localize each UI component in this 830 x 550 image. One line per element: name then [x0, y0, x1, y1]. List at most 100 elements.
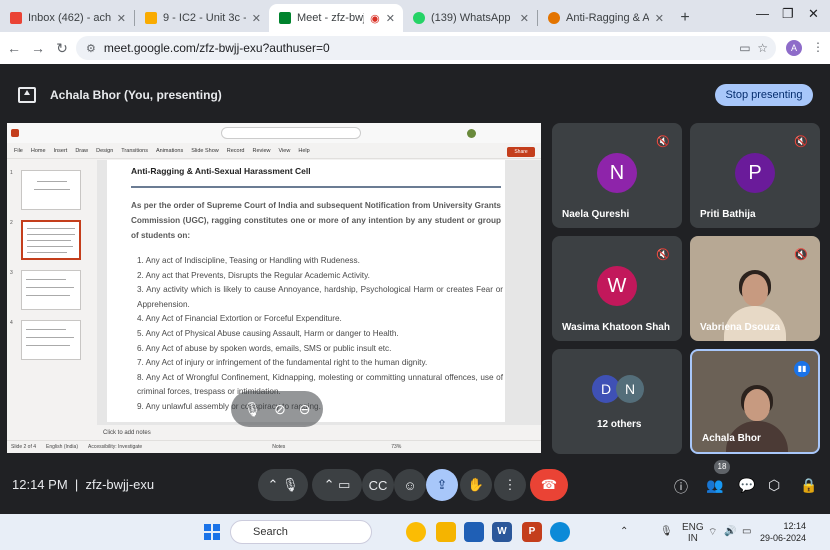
others-tile[interactable]: D N 12 others [552, 349, 682, 454]
avatar[interactable]: A [786, 40, 802, 56]
presenting-banner: Achala Bhor (You, presenting) [8, 78, 822, 112]
participant-tile[interactable]: 🔇 W Wasima Khatoon Shah [552, 236, 682, 341]
language-indicator[interactable]: ENG IN [682, 522, 704, 544]
restore-icon[interactable]: ❐ [782, 6, 794, 22]
zoom-level[interactable]: 73% [391, 444, 401, 450]
menu-view[interactable]: View [279, 148, 291, 154]
camera-button[interactable]: ⌃ ▭ [312, 469, 362, 501]
close-icon[interactable]: ✕ [520, 12, 529, 25]
file-explorer-icon[interactable] [436, 522, 456, 542]
people-icon[interactable]: 👥 [706, 477, 723, 494]
emoji-button[interactable]: ☺ [394, 469, 426, 501]
url-input[interactable]: ⚙ meet.google.com/zfz-bwjj-exu?authuser=… [76, 36, 776, 60]
site-info-icon[interactable]: ⚙ [86, 42, 96, 55]
cast-bookmark-icons[interactable]: ▭ ☆ [739, 41, 768, 55]
wifi-icon[interactable]: ⌔ [708, 526, 717, 539]
reload-icon[interactable]: ↻ [50, 40, 74, 57]
notes-toggle[interactable]: Notes [272, 444, 285, 450]
participant-video-tile[interactable]: 🔇 Vabriena Dsouza [690, 236, 820, 341]
browser-tab-strip: Inbox (462) - achalabhor8 ✕ 9 - IC2 - Un… [0, 0, 830, 32]
participant-tile[interactable]: 🔇 P Priti Bathija [690, 123, 820, 228]
participant-name: Priti Bathija [700, 209, 756, 220]
share-button[interactable]: Share [507, 147, 535, 157]
menu-slide-show[interactable]: Slide Show [191, 148, 219, 154]
forward-icon[interactable]: → [26, 40, 50, 56]
camera-off-icon[interactable]: ⊘ [274, 401, 286, 418]
close-icon[interactable]: ✕ [386, 12, 395, 25]
self-video-tile[interactable]: ▮▮ Achala Bhor [690, 349, 820, 454]
participant-name: Achala Bhor [702, 433, 761, 444]
list-item: 5. Any Act of Physical Abuse causing Ass… [137, 328, 399, 338]
leave-call-button[interactable]: ☎ [530, 469, 568, 501]
slide-thumbnail[interactable] [21, 170, 81, 210]
menu-transitions[interactable]: Transitions [121, 148, 148, 154]
menu-design[interactable]: Design [96, 148, 113, 154]
video-head [744, 389, 770, 421]
tab-gmail[interactable]: Inbox (462) - achalabhor8 ✕ [0, 4, 134, 32]
menu-review[interactable]: Review [252, 148, 270, 154]
close-icon[interactable]: ✕ [117, 12, 126, 25]
more-options-button[interactable]: ⋮ [494, 469, 526, 501]
notes-pane[interactable]: Click to add notes [97, 425, 541, 441]
ppt-search-box[interactable] [221, 127, 361, 139]
participant-tile[interactable]: 🔇 N Naela Qureshi [552, 123, 682, 228]
window-close-icon[interactable]: ✕ [808, 6, 819, 22]
taskbar-clock[interactable]: 12:14 29-06-2024 [760, 520, 806, 544]
tab-whatsapp[interactable]: (139) WhatsApp ✕ [403, 4, 537, 32]
menu-help[interactable]: Help [298, 148, 309, 154]
slide-intro: As per the order of Supreme Court of Ind… [131, 201, 501, 240]
menu-animations[interactable]: Animations [156, 148, 183, 154]
language-status[interactable]: English (India) [46, 444, 78, 450]
new-tab-button[interactable]: + [672, 4, 698, 32]
raise-hand-button[interactable]: ✋ [460, 469, 492, 501]
menu-record[interactable]: Record [227, 148, 245, 154]
close-icon[interactable]: ✕ [655, 12, 664, 25]
windows-taskbar: Search W P ⌃ 🎙 ENG IN ⌔ 🔊 ▭ 12:14 29-06-2… [0, 514, 830, 550]
lang-line-1: ENG [682, 522, 704, 533]
slide-thumbnail[interactable] [21, 320, 81, 360]
tray-chevron-icon[interactable]: ⌃ [620, 526, 628, 537]
menu-home[interactable]: Home [31, 148, 46, 154]
shared-screen: File Home Insert Draw Design Transitions… [7, 123, 541, 453]
menu-file[interactable]: File [14, 148, 23, 154]
gear-icon [548, 12, 560, 24]
host-controls-icon[interactable]: 🔒 [800, 477, 817, 494]
security-icon[interactable] [464, 522, 484, 542]
slide-canvas[interactable]: Anti-Ragging & Anti-Sexual Harassment Ce… [107, 160, 505, 422]
slide-thumbnail-selected[interactable] [21, 220, 81, 260]
tab-google-slides[interactable]: 9 - IC2 - Unit 3c - Google ✕ [135, 4, 269, 32]
word-icon[interactable]: W [492, 522, 512, 542]
activities-icon[interactable]: ⬡ [768, 477, 780, 494]
whatsapp-icon [413, 12, 425, 24]
close-icon[interactable]: ✕ [252, 12, 261, 25]
chrome-icon[interactable] [406, 522, 426, 542]
back-icon[interactable]: ← [2, 40, 26, 56]
taskbar-search[interactable]: Search [230, 520, 372, 544]
chat-icon[interactable]: 💬 [738, 477, 755, 494]
windows-start-icon[interactable] [204, 524, 220, 540]
clock-date: 29-06-2024 [760, 533, 807, 543]
slide-thumbnail[interactable] [21, 270, 81, 310]
info-icon[interactable]: ⓘ [674, 477, 688, 497]
captions-button[interactable]: CC [362, 469, 394, 501]
tray-mic-icon[interactable]: 🎙 [660, 526, 673, 537]
accessibility-status[interactable]: Accessibility: Investigate [88, 444, 142, 450]
menu-insert[interactable]: Insert [54, 148, 68, 154]
minimize-icon[interactable]: — [756, 6, 769, 21]
mic-off-icon[interactable]: 🎙 [243, 401, 261, 418]
tab-anti-ragging[interactable]: Anti-Ragging & Anti-Sex ✕ [538, 4, 672, 32]
remove-icon[interactable]: ⊖ [299, 401, 311, 418]
thumb-line [27, 228, 75, 229]
battery-icon[interactable]: ▭ [742, 526, 751, 537]
list-item: 7. Any Act of injury or infringement of … [137, 358, 428, 368]
present-button[interactable]: ⇪ [426, 469, 458, 501]
more-options-icon[interactable]: ⋮ [812, 40, 824, 54]
menu-draw[interactable]: Draw [75, 148, 88, 154]
thumb-line [26, 287, 74, 288]
tab-meet[interactable]: Meet - zfz-bwjj-exu ◉ ✕ [269, 4, 403, 32]
stop-presenting-button[interactable]: Stop presenting [715, 84, 813, 106]
microphone-button[interactable]: ⌃ 🎙 [258, 469, 308, 501]
edge-icon[interactable] [550, 522, 570, 542]
powerpoint-icon[interactable]: P [522, 522, 542, 542]
volume-icon[interactable]: 🔊 [724, 526, 736, 537]
